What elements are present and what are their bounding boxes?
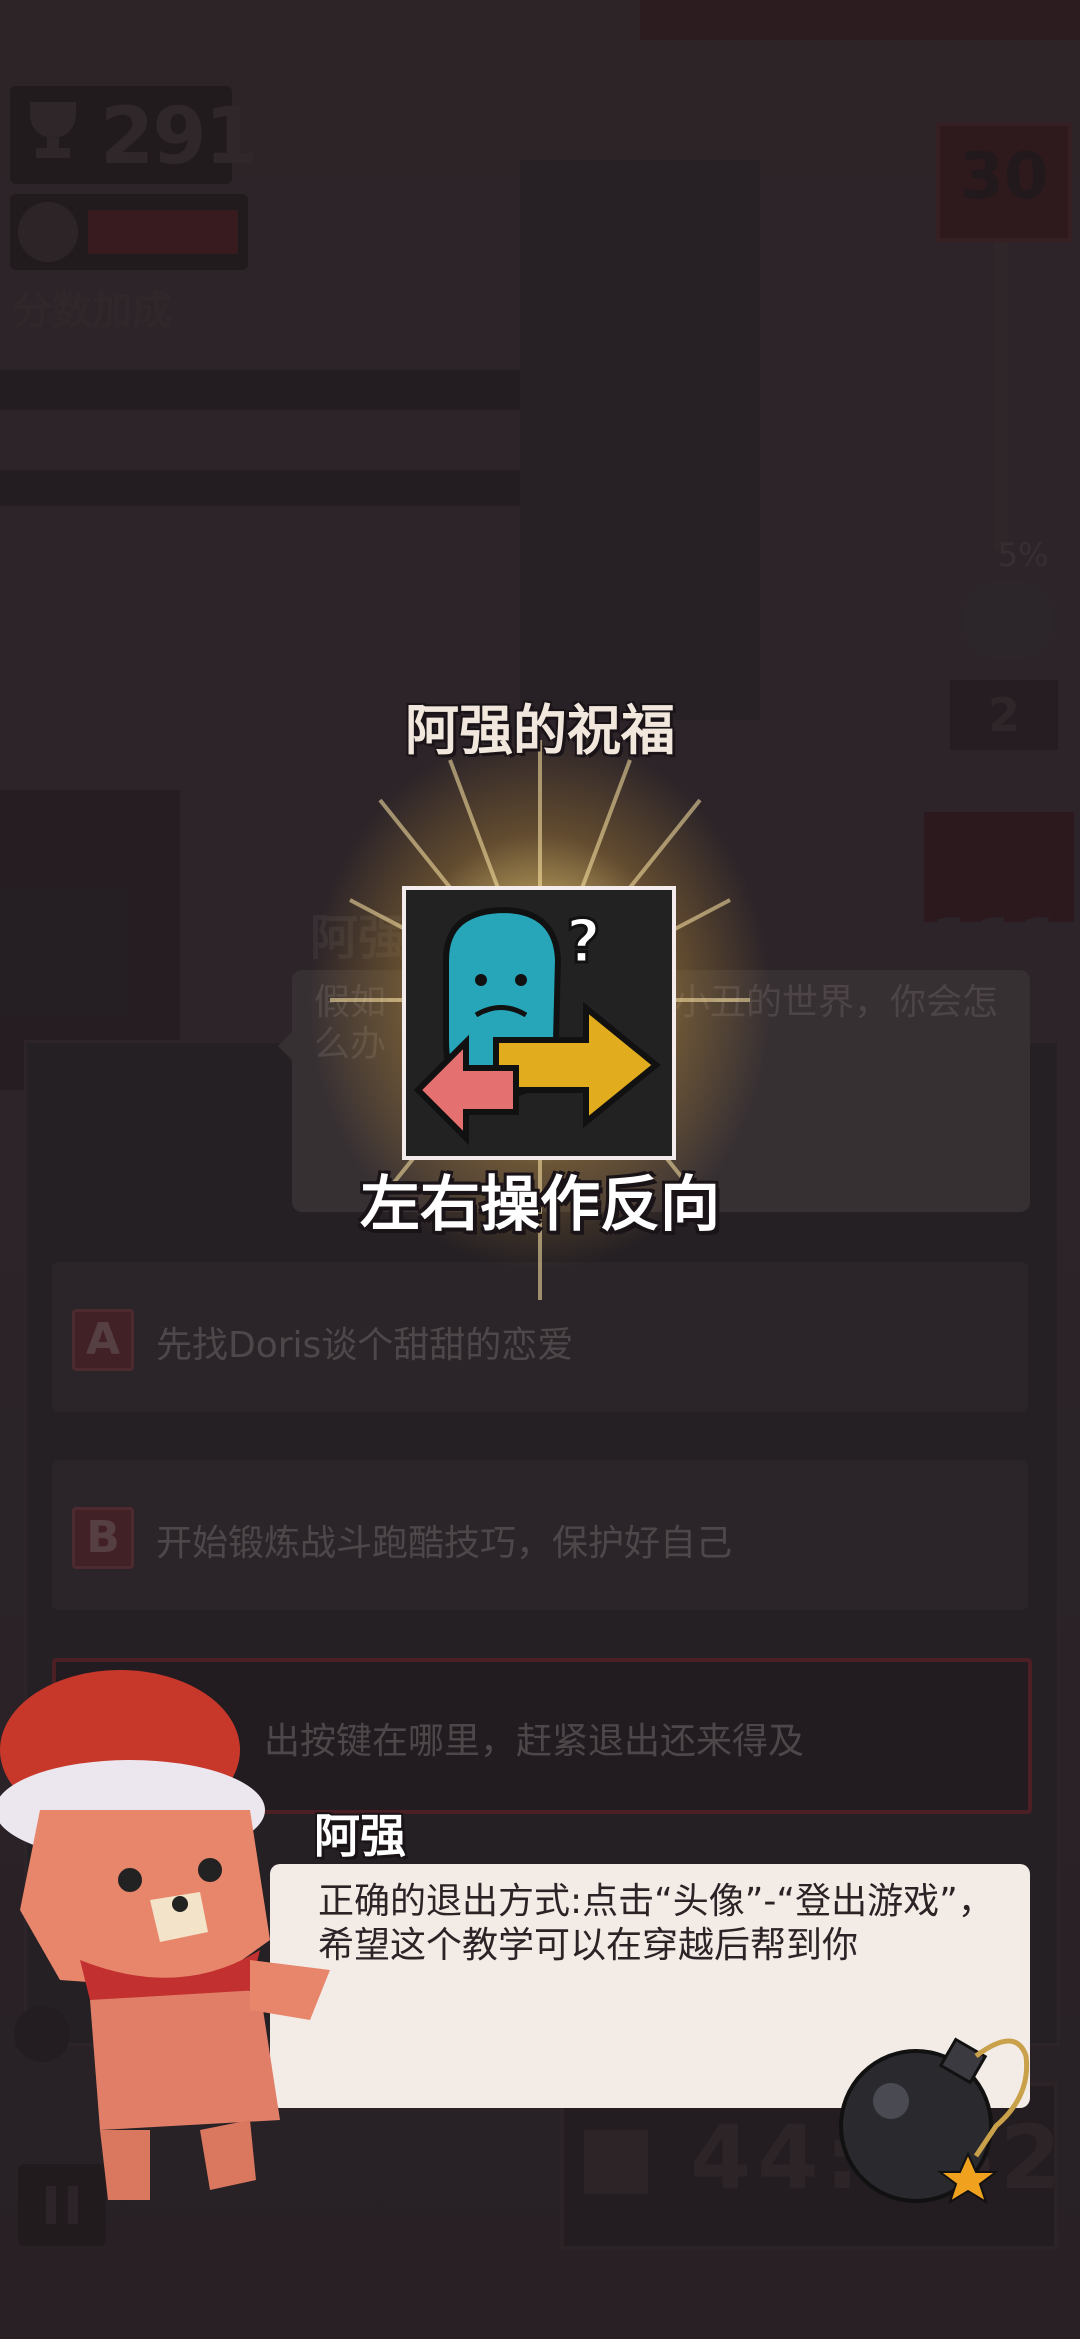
dialog-text: 正确的退出方式:点击“头像”-“登出游戏”，希望这个教学可以在穿越后帮到你 (318, 1881, 994, 1966)
reverse-controls-icon: ? (406, 890, 672, 1156)
svg-text:?: ? (566, 907, 601, 977)
blessing-card: ? (402, 886, 676, 1160)
blessing-title: 阿强的祝福 (405, 699, 675, 762)
bear-character-icon (0, 1660, 340, 2220)
bomb-icon (826, 2016, 1046, 2206)
blessing-card-label: 左右操作反向 (360, 1170, 720, 1240)
